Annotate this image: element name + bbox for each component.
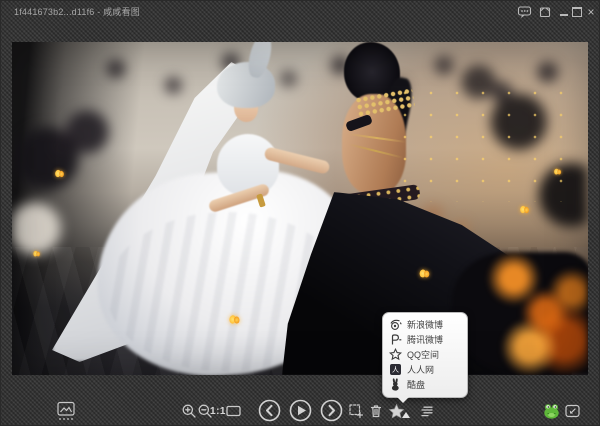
- app-window: 1f441673b2...d11f6 - 咸咸看图 ×: [0, 0, 600, 426]
- float-mini-window-button[interactable]: [560, 399, 584, 423]
- paint-blob: [12, 42, 588, 375]
- next-button[interactable]: [319, 398, 343, 422]
- share-item-label: 新浪微博: [407, 318, 443, 331]
- more-list-icon[interactable]: [415, 399, 439, 423]
- sina-weibo-icon: [389, 318, 402, 331]
- share-item-sina-weibo[interactable]: 新浪微博: [383, 317, 467, 332]
- share-item-label: 酷盘: [407, 378, 425, 391]
- previous-button[interactable]: [257, 398, 281, 422]
- artwork-image[interactable]: [12, 42, 588, 375]
- share-item-label: 人人网: [407, 363, 434, 376]
- rabbit-icon: [389, 378, 402, 391]
- share-item-label: QQ空间: [407, 348, 439, 361]
- share-item-renren[interactable]: 人 人人网: [383, 362, 467, 377]
- fit-screen-icon[interactable]: [221, 399, 245, 423]
- dropdown-open-arrow[interactable]: [402, 412, 410, 418]
- skin-theme-icon[interactable]: [537, 4, 553, 19]
- close-button[interactable]: ×: [583, 4, 599, 19]
- share-item-tencent-weibo[interactable]: 腾讯微博: [383, 332, 467, 347]
- renren-glyph: 人: [390, 364, 401, 375]
- share-item-kupan[interactable]: 酷盘: [383, 377, 467, 392]
- titlebar[interactable]: 1f441673b2...d11f6 - 咸咸看图 ×: [0, 0, 600, 24]
- feedback-bubble-icon[interactable]: [516, 4, 532, 19]
- tencent-weibo-icon: [389, 333, 402, 346]
- share-menu: 新浪微博 腾讯微博 QQ空间 人 人人网: [382, 312, 468, 398]
- share-item-label: 腾讯微博: [407, 333, 443, 346]
- share-item-qzone[interactable]: QQ空间: [383, 347, 467, 362]
- qzone-star-icon: [389, 348, 402, 361]
- renren-icon: 人: [389, 363, 402, 376]
- slideshow-play-button[interactable]: [288, 398, 312, 422]
- window-title: 1f441673b2...d11f6 - 咸咸看图: [14, 5, 140, 18]
- thumbnail-strip-button[interactable]: [54, 400, 78, 422]
